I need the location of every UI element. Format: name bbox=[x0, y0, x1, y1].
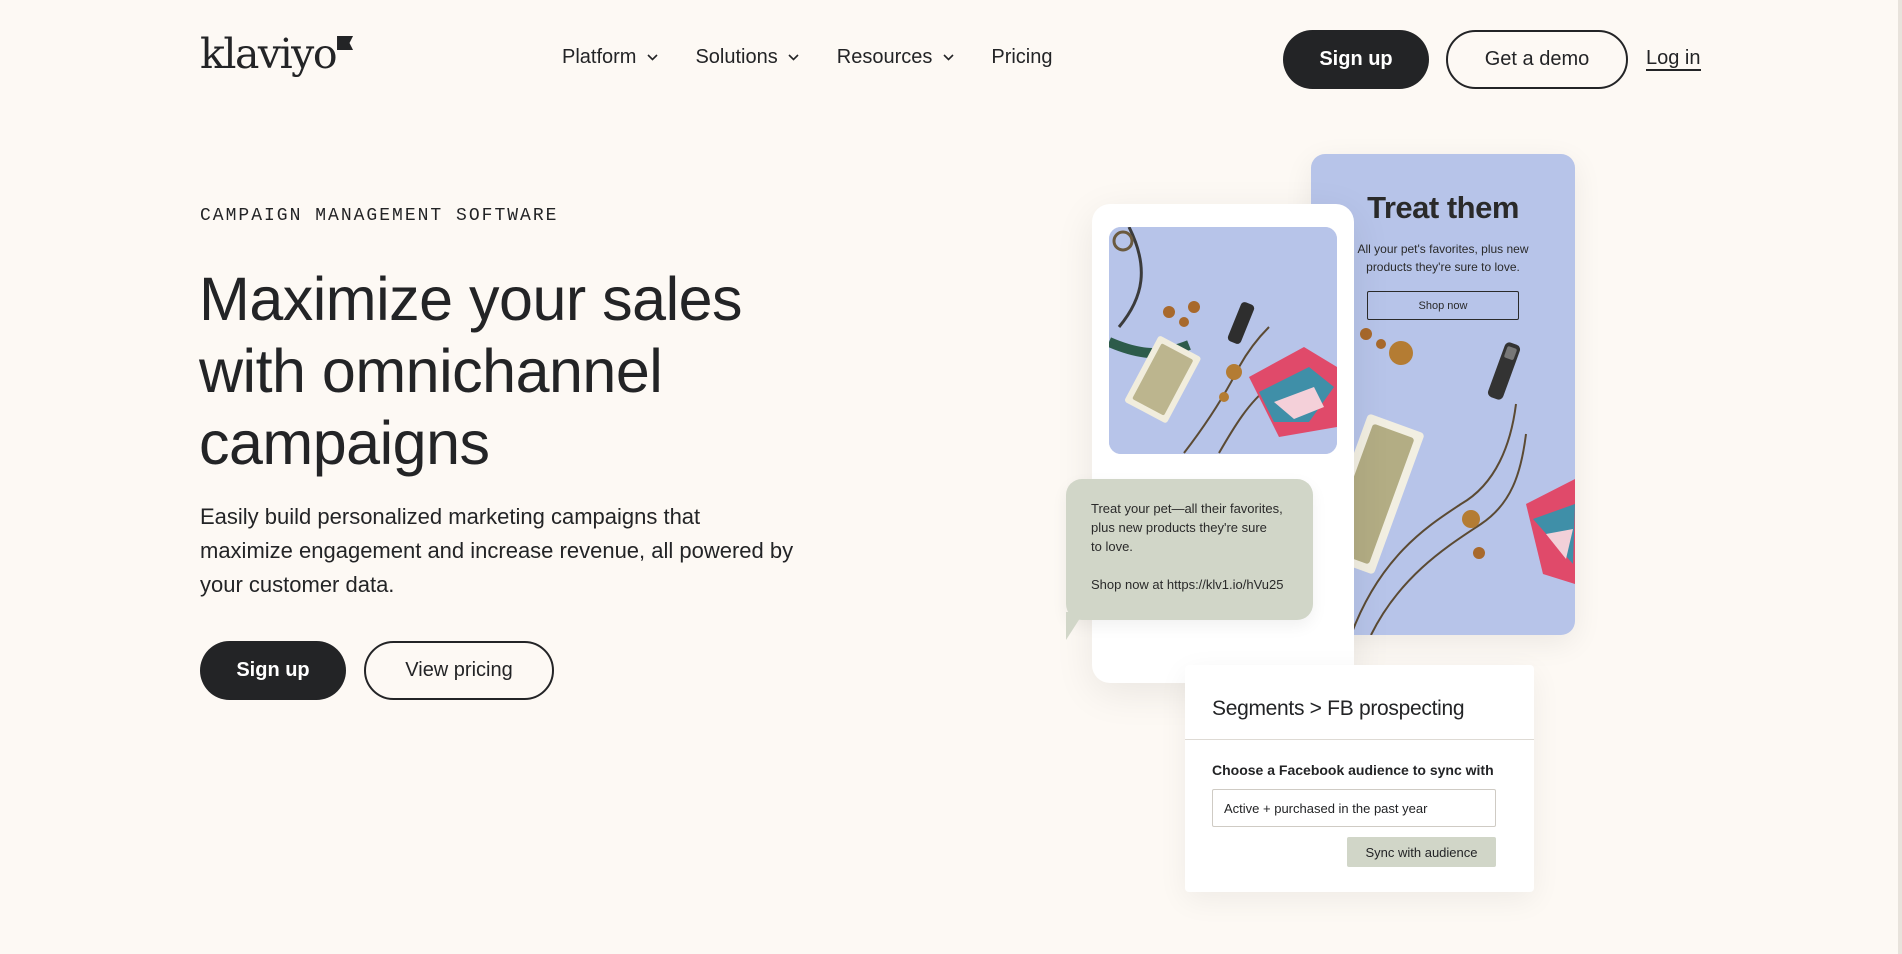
pet-products-photo bbox=[1109, 227, 1337, 454]
header-signup-button[interactable]: Sign up bbox=[1283, 30, 1429, 89]
logo-wordmark: klaviyo bbox=[200, 30, 338, 78]
segment-sync-panel: Segments > FB prospecting Choose a Faceb… bbox=[1185, 665, 1534, 892]
chevron-down-icon bbox=[788, 52, 800, 64]
nav-solutions-label: Solutions bbox=[695, 46, 778, 68]
sms-line: plus new products they're sure bbox=[1091, 520, 1267, 535]
nav-platform-label: Platform bbox=[562, 46, 637, 68]
segment-divider bbox=[1185, 739, 1534, 740]
phone-product-image bbox=[1109, 227, 1337, 454]
audience-label: Choose a Facebook audience to sync with bbox=[1212, 762, 1494, 778]
hero-signup-button[interactable]: Sign up bbox=[200, 641, 346, 700]
hero-eyebrow: CAMPAIGN MANAGEMENT SOFTWARE bbox=[200, 206, 559, 226]
chevron-down-icon bbox=[942, 52, 954, 64]
sync-audience-button[interactable]: Sync with audience bbox=[1347, 837, 1496, 867]
email-body-line: products they're sure to love. bbox=[1366, 260, 1520, 274]
email-body: All your pet's favorites, plus new produ… bbox=[1351, 240, 1535, 276]
subcopy-line: your customer data. bbox=[200, 572, 395, 597]
hero-subcopy: Easily build personalized marketing camp… bbox=[200, 500, 820, 602]
chevron-down-icon bbox=[646, 52, 658, 64]
nav-pricing-label: Pricing bbox=[991, 46, 1053, 68]
sms-message-bubble: Treat your pet—all their favorites, plus… bbox=[1066, 479, 1313, 620]
logo-flag-icon bbox=[337, 36, 354, 50]
headline-line: campaigns bbox=[199, 409, 490, 477]
sms-shop-link: Shop now at https://klv1.io/hVu25 bbox=[1091, 577, 1284, 592]
view-pricing-button[interactable]: View pricing bbox=[364, 641, 554, 700]
sms-line: Treat your pet—all their favorites, bbox=[1091, 501, 1283, 516]
nav-resources[interactable]: Resources bbox=[837, 46, 955, 69]
get-demo-button[interactable]: Get a demo bbox=[1446, 30, 1628, 89]
nav-resources-label: Resources bbox=[836, 46, 933, 68]
segment-title: Segments > FB prospecting bbox=[1212, 697, 1465, 720]
klaviyo-logo[interactable]: klaviyo bbox=[200, 30, 354, 80]
sms-line: to love. bbox=[1091, 539, 1133, 554]
subcopy-line: Easily build personalized marketing camp… bbox=[200, 504, 701, 529]
main-nav: Platform Solutions Resources Pricing bbox=[562, 46, 1053, 69]
page-edge bbox=[1898, 0, 1902, 954]
headline-line: Maximize your sales bbox=[199, 265, 743, 333]
email-body-line: All your pet's favorites, plus new bbox=[1357, 242, 1529, 256]
headline-line: with omnichannel bbox=[199, 337, 663, 405]
nav-solutions[interactable]: Solutions bbox=[695, 46, 799, 69]
subcopy-line: maximize engagement and increase revenue… bbox=[200, 538, 794, 563]
nav-pricing[interactable]: Pricing bbox=[991, 46, 1052, 69]
email-shop-now-button[interactable]: Shop now bbox=[1367, 291, 1519, 320]
audience-input[interactable]: Active + purchased in the past year bbox=[1212, 789, 1496, 827]
nav-platform[interactable]: Platform bbox=[562, 46, 658, 69]
hero-headline: Maximize your sales with omnichannel cam… bbox=[199, 263, 839, 479]
login-link[interactable]: Log in bbox=[1646, 47, 1701, 71]
